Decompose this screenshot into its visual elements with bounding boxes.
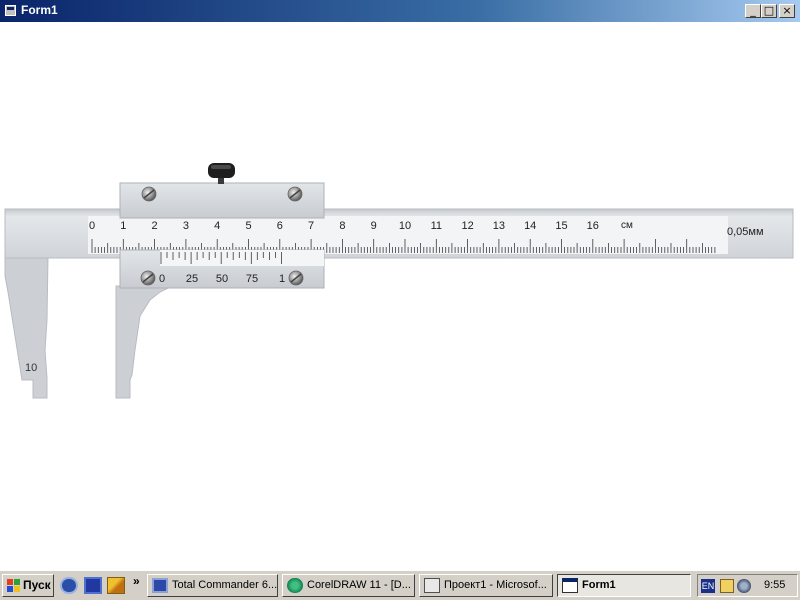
language-indicator[interactable]: EN [701,579,715,593]
main-scale-label: 12 [461,220,473,232]
vernier-caliper: 10 0 1 2 3 4 5 6 7 8 9 10 11 12 13 14 15 16 см 0,05мм 02… [4,163,794,399]
clock: 9:55 [764,579,786,591]
precision-label: 0,05мм [727,226,764,238]
main-scale-label: 4 [214,220,220,232]
quick-launch-overflow-chevron[interactable]: » [133,574,140,588]
main-scale-label: 6 [277,220,283,232]
vernier-scale-label: 0 [159,273,165,285]
vernier-scale-label: 25 [186,273,198,285]
floppy-disk-icon [152,578,168,593]
taskbar: Пуск » Total Commander 6... CorelDRAW 11… [0,570,800,600]
windows-flag-icon [7,579,21,592]
jaw-label: 10 [25,362,37,374]
main-scale-label: 3 [183,220,189,232]
bs-player-icon[interactable] [60,577,78,594]
slider-bottom-right-screw [288,270,304,286]
main-scale-label: 10 [399,220,411,232]
main-scale-label: 11 [431,220,442,232]
slider-top-left-screw [141,186,157,202]
main-scale-label: 0 [89,220,95,232]
main-scale-label: 7 [308,220,314,232]
pencil-tool-icon[interactable] [107,577,125,594]
vernier-scale-label: 50 [216,273,228,285]
main-scale-label: 5 [245,220,251,232]
volume-tray-icon[interactable] [737,579,751,593]
network-tray-icon[interactable] [720,579,734,593]
start-button[interactable]: Пуск [2,574,54,597]
main-scale-label: 14 [524,220,536,232]
sliding-jaw [115,285,173,399]
main-scale-label: 9 [371,220,377,232]
form-window-icon [562,578,578,593]
main-scale-label: 16 [587,220,599,232]
fixed-jaw [4,255,49,399]
main-scale-label: 8 [339,220,345,232]
main-scale-label: 13 [493,220,505,232]
floppy-save-icon[interactable] [84,577,102,594]
main-scale-label: 2 [152,220,158,232]
vb-project-icon [424,578,440,593]
task-form1[interactable]: Form1 [557,574,691,597]
task-label: Form1 [582,579,616,591]
unit-label: см [621,220,633,231]
thumb-screw-knob[interactable] [208,163,235,184]
corel-balloon-icon [287,578,303,593]
vernier-face [160,250,324,266]
vernier-scale-label: 1 [279,273,285,285]
task-label: CorelDRAW 11 - [D... [307,579,411,591]
slider-top-right-screw [287,186,303,202]
start-label: Пуск [23,578,51,592]
task-coreldraw[interactable]: CorelDRAW 11 - [D... [282,574,415,597]
slider-bottom-left-screw [140,270,156,286]
task-total-commander[interactable]: Total Commander 6... [147,574,278,597]
main-scale-label: 15 [555,220,567,232]
task-label: Total Commander 6... [172,579,278,591]
system-tray: EN 9:55 [697,574,798,597]
task-label: Проект1 - Microsof... [444,579,547,591]
vernier-scale-label: 75 [246,273,258,285]
main-scale-label: 1 [120,220,126,232]
task-vb-project[interactable]: Проект1 - Microsof... [419,574,553,597]
